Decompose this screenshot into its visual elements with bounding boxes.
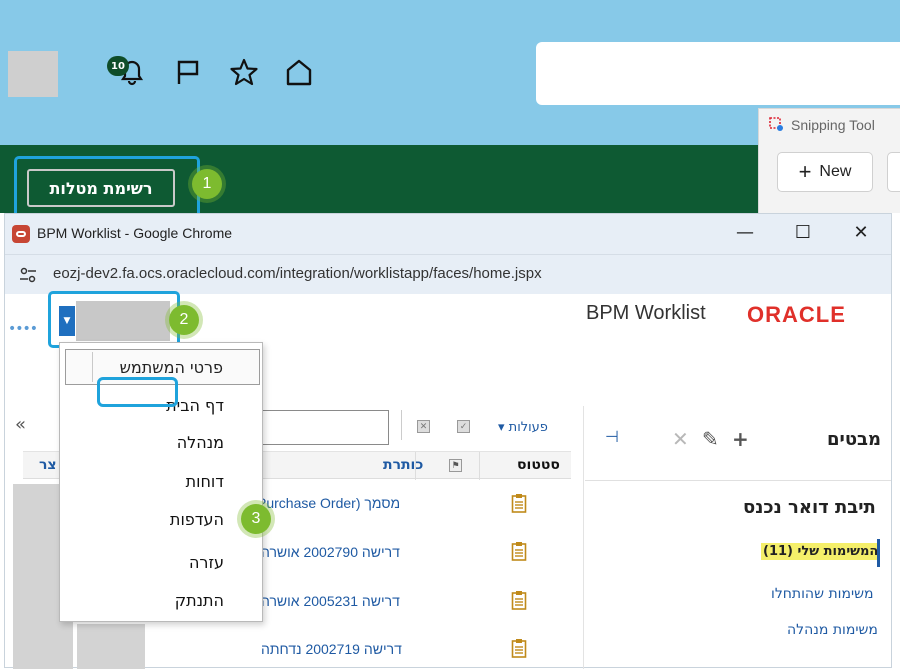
step-badge: 2	[169, 305, 199, 335]
star-icon[interactable]	[229, 58, 259, 86]
home-icon[interactable]	[284, 58, 314, 86]
table-row-title[interactable]: דרישה 2005231 אושרה	[261, 593, 400, 609]
new-snip-label: New	[819, 163, 852, 180]
add-view-icon[interactable]: +	[732, 427, 749, 451]
table-row-title[interactable]: דרישה 2002719 נדחתה	[261, 641, 402, 657]
task-list-button[interactable]: רשימת מטלות	[27, 169, 175, 207]
table-row-title[interactable]: דרישה 2002790 אושרה	[261, 544, 400, 560]
column-header-status[interactable]: סטטוס	[517, 457, 560, 473]
minimize-button[interactable]: —	[727, 222, 763, 243]
menu-item-preferences[interactable]: העדפות	[170, 510, 224, 529]
window-title: BPM Worklist - Google Chrome	[37, 225, 233, 241]
edit-view-icon[interactable]: ✎	[702, 427, 719, 451]
task-clipboard-icon	[511, 542, 527, 561]
column-header-tsr[interactable]: צר	[39, 457, 57, 473]
delete-view-icon[interactable]: ✕	[672, 427, 689, 451]
filter-input[interactable]	[253, 410, 389, 445]
snipping-tool-title: Snipping Tool	[791, 117, 875, 133]
highlight-frame	[48, 291, 180, 348]
menu-item-logout[interactable]: התנתק	[175, 591, 224, 610]
actions-menu[interactable]: פעולות ▾	[498, 420, 548, 435]
new-snip-button[interactable]: + New	[777, 152, 873, 192]
snip-mode-button[interactable]	[887, 152, 900, 192]
app-title: BPM Worklist	[586, 302, 706, 324]
close-button[interactable]: ✕	[843, 222, 879, 243]
task-clipboard-icon	[511, 494, 527, 513]
selected-indicator	[877, 539, 880, 567]
scissors-icon	[769, 117, 783, 131]
oracle-logo: ORACLE	[747, 302, 846, 327]
plus-icon: +	[798, 159, 812, 184]
step-badge: 3	[241, 504, 271, 534]
collapse-panel-button[interactable]: «	[15, 414, 26, 435]
clear-filter-icon[interactable]: ✕	[417, 420, 430, 433]
pin-icon[interactable]: ⊣	[605, 427, 619, 446]
oracle-app-icon	[12, 225, 30, 243]
notifications-button[interactable]: 10	[107, 54, 147, 90]
flag-column-icon[interactable]: ⚑	[449, 459, 462, 472]
inbox-heading: תיבת דואר נכנס	[743, 497, 876, 518]
started-tasks-link[interactable]: משימות שהותחלו	[771, 586, 874, 602]
menu-item-reports[interactable]: דוחות	[186, 472, 224, 491]
toolbar-divider	[401, 410, 402, 440]
select-all-icon[interactable]: ✓	[457, 420, 470, 433]
highlight-frame	[97, 377, 178, 407]
views-heading: מבטים	[827, 429, 882, 450]
menu-item-help[interactable]: עזרה	[189, 553, 224, 572]
snipping-tool-window: Snipping Tool + New	[758, 108, 900, 213]
window-titlebar: BPM Worklist - Google Chrome — ☐ ✕	[5, 214, 891, 254]
task-clipboard-icon	[511, 591, 527, 610]
step-badge: 1	[192, 169, 222, 199]
my-tasks-link[interactable]: המשימות שלי (11)	[761, 543, 881, 560]
flag-icon[interactable]	[175, 58, 201, 86]
search-input[interactable]	[536, 42, 900, 105]
site-settings-icon[interactable]	[19, 266, 37, 284]
address-bar[interactable]: eozj-dev2.fa.ocs.oraclecloud.com/integra…	[5, 254, 891, 294]
more-icon[interactable]: ••••	[8, 321, 38, 337]
avatar[interactable]	[8, 51, 58, 97]
column-header-title[interactable]: כותרת	[383, 457, 423, 473]
table-row-title[interactable]: מסמך (Purchase Order	[257, 495, 400, 511]
hidden-content-area	[77, 624, 145, 669]
task-clipboard-icon	[511, 639, 527, 658]
notification-badge: 10	[107, 56, 129, 76]
url-text: eozj-dev2.fa.ocs.oraclecloud.com/integra…	[53, 265, 542, 282]
maximize-button[interactable]: ☐	[785, 222, 821, 243]
chrome-window: BPM Worklist - Google Chrome — ☐ ✕ eozj-…	[4, 213, 892, 669]
menu-item-admin[interactable]: מנהלה	[177, 433, 224, 452]
admin-tasks-link[interactable]: משימות מנהלה	[787, 622, 878, 638]
